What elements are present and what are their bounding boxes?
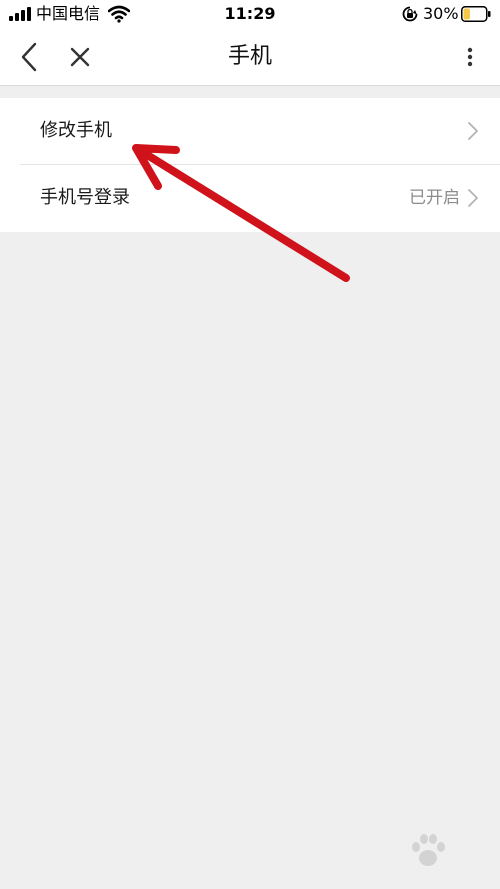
list-item-phone-login[interactable]: 手机号登录 已开启 [0,165,500,231]
nav-bar: 手机 [0,30,500,86]
list-item-label: 手机号登录 [40,187,130,208]
phone-screen: 中国电信 11:29 30% 手机 修改手机 手机号登录 已开启 [0,0,500,889]
settings-list: 修改手机 手机号登录 已开启 [0,98,500,232]
status-bar: 中国电信 11:29 30% [0,0,500,30]
list-item-label: 修改手机 [40,120,112,141]
list-item-change-phone[interactable]: 修改手机 [0,98,500,165]
page-title: 手机 [227,44,272,69]
chevron-right-icon [468,189,478,207]
chevron-right-icon [468,122,478,140]
more-icon[interactable] [454,41,486,73]
battery-percent: 30% [423,4,459,23]
rotation-lock-icon [402,6,418,22]
baidu-watermark-logo [380,834,490,882]
battery-icon [461,6,491,22]
list-item-status: 已开启 [409,188,460,208]
